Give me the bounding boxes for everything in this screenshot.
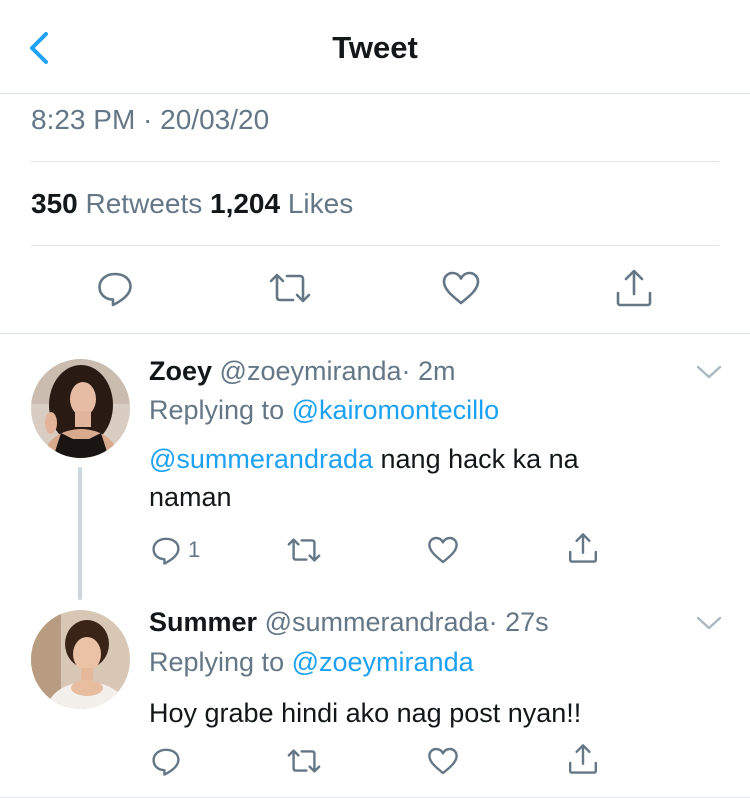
share-button[interactable] xyxy=(567,532,599,564)
replying-to-mention[interactable]: @kairomontecillo xyxy=(292,395,499,425)
tweet-menu-button[interactable] xyxy=(696,364,722,380)
divider xyxy=(31,245,719,246)
heart-icon xyxy=(428,747,458,775)
retweet-button[interactable] xyxy=(286,534,322,566)
author-handle: @zoeymiranda xyxy=(219,356,402,386)
reply-time: · 2m xyxy=(401,356,456,386)
share-button[interactable] xyxy=(614,268,654,308)
replying-to: Replying to @kairomontecillo xyxy=(149,395,499,426)
reply-count: 1 xyxy=(188,537,201,562)
replying-to: Replying to @zoeymiranda xyxy=(149,647,474,678)
replying-to-prefix: Replying to xyxy=(149,647,285,677)
author-name: Summer xyxy=(149,607,258,637)
tweet-menu-button[interactable] xyxy=(696,615,722,631)
retweet-button[interactable] xyxy=(286,745,322,777)
tweet-action-bar xyxy=(0,268,750,312)
retweets-stat[interactable]: 350 Retweets xyxy=(31,188,202,219)
avatar[interactable] xyxy=(31,359,130,458)
retweet-icon xyxy=(269,273,311,303)
likes-count: 1,204 xyxy=(210,188,281,219)
retweet-icon xyxy=(287,538,321,562)
like-button[interactable] xyxy=(427,534,459,566)
divider xyxy=(31,161,719,162)
author-handle: @summerandrada xyxy=(264,607,489,637)
share-icon xyxy=(616,269,652,307)
likes-stat[interactable]: 1,204 Likes xyxy=(210,188,353,219)
reply-button[interactable] xyxy=(95,268,135,308)
like-button[interactable] xyxy=(441,268,481,308)
replying-to-prefix: Replying to xyxy=(149,395,285,425)
reply-icon xyxy=(152,537,180,565)
avatar[interactable] xyxy=(31,610,130,709)
reply-author[interactable]: Zoey @zoeymiranda· 2m xyxy=(149,356,456,387)
reply-author[interactable]: Summer @summerandrada· 27s xyxy=(149,607,549,638)
tweet-timestamp: 8:23 PM · 20/03/20 xyxy=(31,104,270,135)
share-button[interactable] xyxy=(567,743,599,775)
reply-button[interactable]: 1 xyxy=(150,534,200,566)
heart-icon xyxy=(428,536,458,564)
divider xyxy=(0,333,750,334)
share-icon xyxy=(569,744,597,774)
retweets-count: 350 xyxy=(31,188,78,219)
reply-button[interactable] xyxy=(150,745,182,777)
reply-icon xyxy=(152,748,180,776)
tweet-stats: 350 Retweets 1,204 Likes xyxy=(31,188,353,220)
avatar-photo-summer xyxy=(31,610,130,709)
replying-to-mention[interactable]: @zoeymiranda xyxy=(292,647,474,677)
chevron-down-icon xyxy=(696,365,722,379)
retweet-button[interactable] xyxy=(268,268,312,308)
heart-icon xyxy=(442,271,480,305)
retweet-icon xyxy=(287,749,321,773)
reply-time: · 27s xyxy=(488,607,549,637)
avatar-photo-zoey xyxy=(31,359,130,458)
thread-connector-line xyxy=(78,467,82,600)
top-nav-bar: Tweet xyxy=(0,0,750,94)
body-mention[interactable]: @summerandrada xyxy=(149,444,373,474)
page-title: Tweet xyxy=(332,30,418,65)
reply-text: Hoy grabe hindi ako nag post nyan!! xyxy=(149,698,582,728)
likes-label: Likes xyxy=(287,188,354,219)
reply-icon xyxy=(98,272,132,307)
author-name: Zoey xyxy=(149,356,213,386)
like-button[interactable] xyxy=(427,745,459,777)
retweets-label: Retweets xyxy=(85,188,203,219)
reply-text: @summerandrada nang hack ka na naman xyxy=(149,440,619,516)
share-icon xyxy=(569,533,597,563)
chevron-down-icon xyxy=(696,616,722,630)
